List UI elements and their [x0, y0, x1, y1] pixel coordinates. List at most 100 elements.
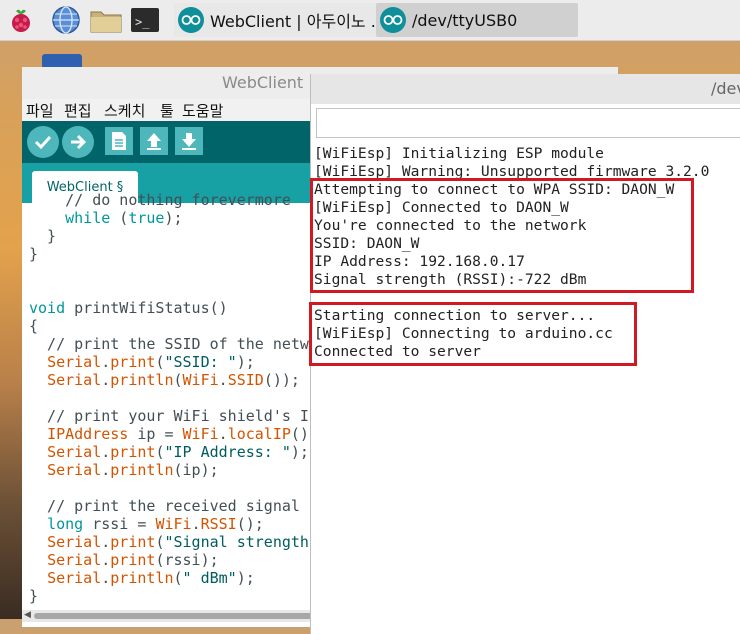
code-token: .	[218, 371, 228, 389]
code-line: Serial.print(rssi);	[29, 551, 318, 569]
code-token: while	[65, 209, 111, 227]
code-token: print	[110, 533, 156, 551]
code-token: IPAddress	[47, 425, 129, 443]
serial-window-title: /dev	[711, 79, 740, 98]
code-token: println	[110, 371, 174, 389]
raspberry-menu-icon[interactable]	[6, 5, 36, 35]
code-line: Serial.println(ip);	[29, 461, 318, 479]
code-line: void printWifiStatus()	[29, 299, 318, 317]
code-token: Serial	[47, 569, 102, 587]
code-line: Serial.print("Signal strength	[29, 533, 318, 551]
code-line: // do nothing forevermore	[29, 191, 318, 209]
menu-file[interactable]: 파일	[26, 100, 54, 121]
save-sketch-button[interactable]	[175, 127, 203, 155]
menu-edit[interactable]: 편집	[64, 100, 92, 121]
code-token: Serial	[47, 551, 102, 569]
arrow-down-icon	[182, 133, 196, 150]
code-token: .	[101, 461, 111, 479]
code-token: print	[110, 353, 156, 371]
new-sketch-button[interactable]	[105, 127, 133, 155]
code-token: // print your WiFi shield's IP	[29, 407, 318, 425]
checkmark-icon	[34, 135, 52, 150]
code-token: .	[101, 353, 111, 371]
code-line: Serial.print("IP Address: ");	[29, 443, 318, 461]
code-line: }	[29, 587, 318, 605]
taskbar-task-label: WebClient | 아두이노 ...	[210, 12, 378, 31]
arrow-up-icon	[147, 133, 161, 150]
code-line: while (true);	[29, 209, 318, 227]
code-token: .	[218, 425, 228, 443]
taskbar-task-ide[interactable]: WebClient | 아두이노 ...	[174, 3, 378, 37]
open-sketch-button[interactable]	[140, 127, 168, 155]
code-token: WiFi	[182, 371, 219, 389]
code-token: .	[101, 569, 111, 587]
trash-desktop-icon[interactable]	[42, 54, 82, 68]
code-editor[interactable]: // do nothing forevermore while (true); …	[29, 191, 318, 605]
code-token: .	[101, 371, 111, 389]
code-line: // print the received signal s	[29, 497, 318, 515]
code-token: .	[101, 443, 111, 461]
code-token: ();	[236, 515, 264, 533]
taskbar-task-serial[interactable]: /dev/ttyUSB0	[376, 3, 578, 37]
taskbar: >_ WebClient | 아두이노 ... /dev/ttyUSB0	[0, 0, 740, 41]
code-token: );	[290, 443, 309, 461]
code-line: Serial.println(WiFi.SSID());	[29, 371, 318, 389]
serial-title-bar[interactable]: /dev	[311, 74, 740, 104]
code-token: }	[29, 245, 39, 263]
code-token: Serial	[47, 443, 102, 461]
code-token: Serial	[47, 353, 102, 371]
arduino-logo-icon	[178, 7, 204, 33]
code-token: );	[236, 569, 255, 587]
code-token: print	[110, 551, 156, 569]
upload-button[interactable]	[62, 126, 94, 158]
code-token: println	[110, 461, 174, 479]
taskbar-task-label: /dev/ttyUSB0	[412, 10, 518, 30]
code-line: {	[29, 317, 318, 335]
code-token: ());	[263, 371, 300, 389]
file-manager-icon[interactable]	[90, 5, 122, 35]
code-token: println	[110, 569, 174, 587]
code-token: "Signal strength	[164, 533, 309, 551]
code-token: }	[29, 587, 39, 605]
code-token: // print the received signal s	[29, 497, 318, 515]
web-browser-icon[interactable]	[51, 5, 81, 35]
code-token: }	[29, 227, 57, 245]
verify-button[interactable]	[27, 126, 59, 158]
code-token: print	[110, 443, 156, 461]
code-token: localIP	[227, 425, 291, 443]
code-token: (	[173, 371, 183, 389]
code-line: // print the SSID of the netw	[29, 335, 318, 353]
code-token: RSSI	[200, 515, 237, 533]
menu-help[interactable]: 도움말	[182, 100, 223, 121]
menu-sketch[interactable]: 스케치	[104, 100, 145, 121]
code-token: WiFi	[182, 425, 219, 443]
code-token: {	[29, 317, 39, 335]
code-token: // do nothing forevermore	[29, 191, 291, 209]
code-line: }	[29, 245, 318, 263]
menu-tools[interactable]: 툴	[160, 100, 174, 121]
scrollbar-thumb[interactable]	[34, 613, 334, 619]
code-token: Serial	[47, 461, 102, 479]
code-line: IPAddress ip = WiFi.localIP()	[29, 425, 318, 443]
terminal-icon[interactable]: >_	[130, 5, 160, 35]
code-token: "SSID: "	[164, 353, 237, 371]
code-line: }	[29, 227, 318, 245]
code-token: );	[236, 353, 255, 371]
new-file-icon	[112, 132, 126, 150]
code-token: SSID	[227, 371, 264, 389]
code-line: // print your WiFi shield's IP	[29, 407, 318, 425]
code-token: // print the SSID of the netw	[29, 335, 309, 353]
svg-text:>_: >_	[135, 15, 150, 29]
arrow-right-icon	[71, 134, 87, 150]
serial-send-input[interactable]	[316, 108, 740, 138]
